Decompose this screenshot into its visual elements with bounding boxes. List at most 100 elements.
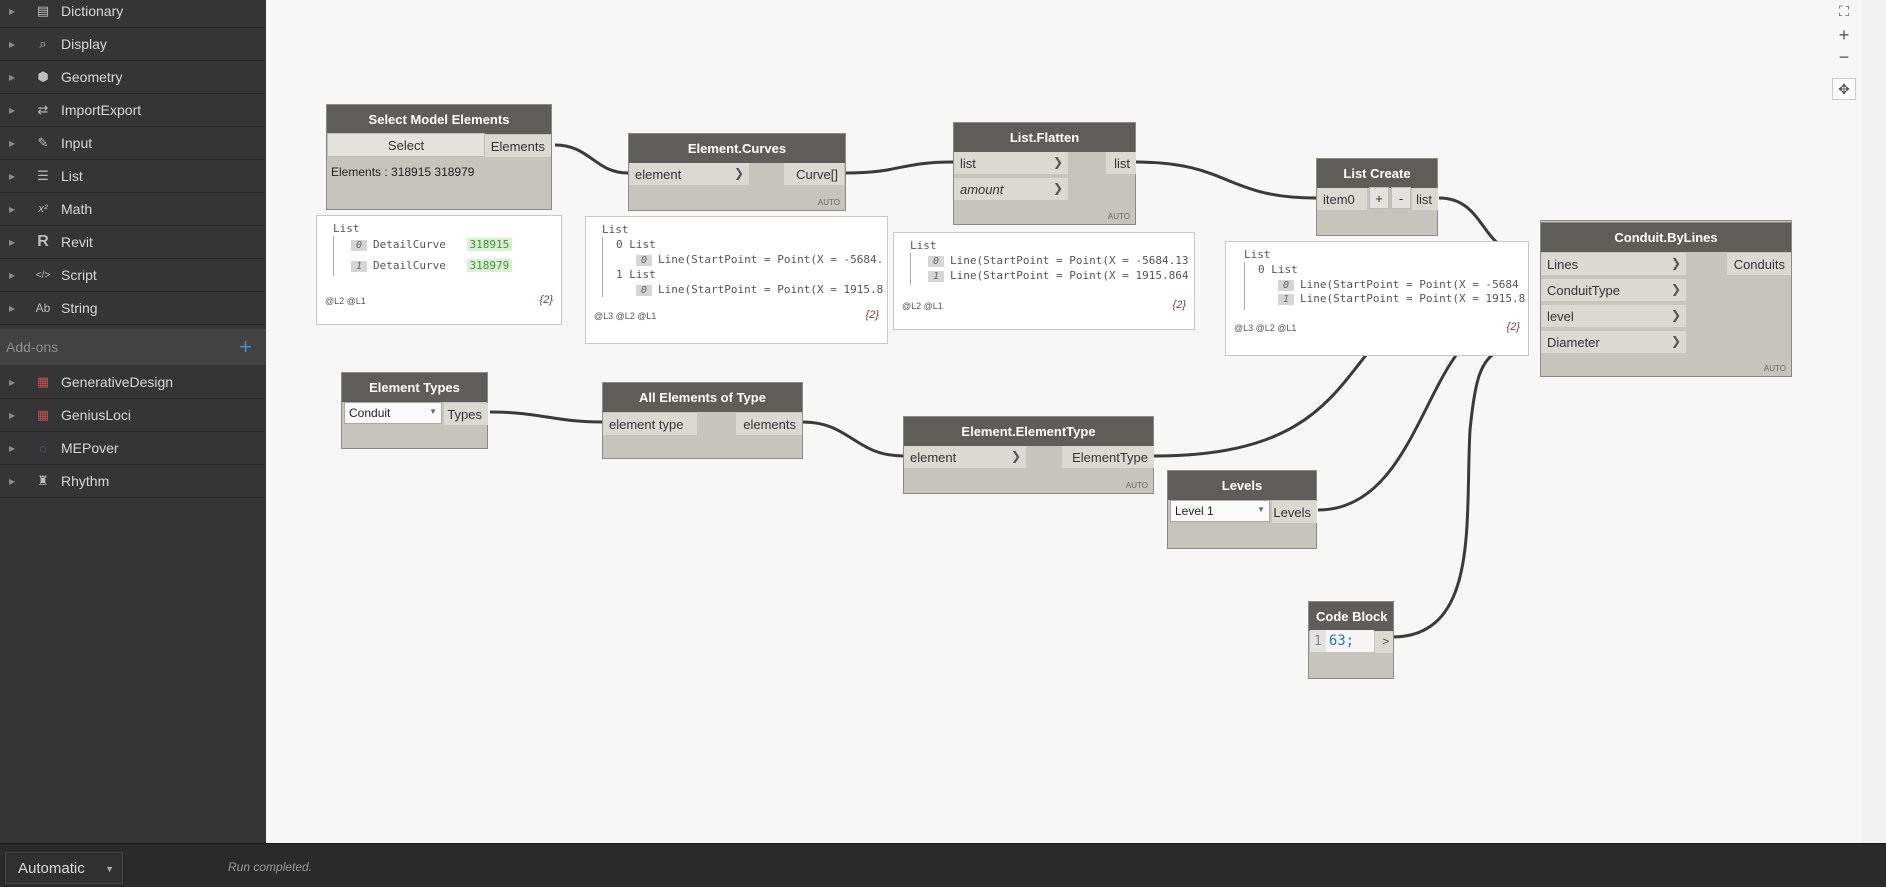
add-input-button[interactable]: + [1369, 187, 1389, 209]
lacing-auto-label: AUTO [817, 198, 840, 207]
expand-arrow-icon: ▶ [9, 171, 16, 181]
node-levels[interactable]: Levels Level 1 ▼ Levels [1167, 470, 1317, 549]
remove-input-button[interactable]: - [1391, 187, 1411, 209]
expand-arrow-icon: ▶ [9, 270, 16, 280]
run-mode-dropdown[interactable]: Automatic ▼ [5, 852, 123, 884]
expand-arrow-icon: ▶ [9, 39, 16, 49]
node-conduit-bylines[interactable]: Conduit.ByLines Lines ❯ ConduitType ❯ le… [1540, 220, 1792, 377]
mepover-icon: ◌ [39, 440, 47, 456]
chevron-right-icon: ❯ [1670, 256, 1681, 270]
addon-item-geniusloci[interactable]: ▶ ▦ GeniusLoci [0, 399, 264, 432]
expand-arrow-icon: ▶ [9, 105, 16, 115]
code-editor[interactable]: 1 63; [1310, 630, 1374, 652]
library-item-list[interactable]: ▶ ☰ List [0, 160, 264, 193]
select-button[interactable]: Select [327, 133, 485, 157]
input-port-element-type[interactable]: element type [603, 413, 697, 435]
output-port-elements[interactable]: elements [736, 413, 802, 435]
chevron-right-icon: ❯ [1010, 449, 1021, 463]
output-port-elementtype[interactable]: ElementType [1062, 446, 1154, 468]
list-levels: @L3 @L2 @L1 [1234, 323, 1297, 333]
library-item-display[interactable]: ▶ ⌕ Display [0, 28, 264, 61]
chevron-right-icon: ❯ [733, 166, 744, 180]
library-item-math[interactable]: ▶ x² Math [0, 193, 264, 226]
line-number: 1 [1310, 630, 1326, 652]
addon-item-mepover[interactable]: ▶ ◌ MEPover [0, 432, 264, 465]
chevron-right-icon: ❯ [1052, 181, 1063, 195]
list-levels: @L3 @L2 @L1 [594, 311, 657, 321]
expand-arrow-icon: ▶ [9, 237, 16, 247]
library-item-label: MEPover [61, 440, 119, 456]
level-dropdown[interactable]: Level 1 ▼ [1170, 500, 1270, 522]
output-port-code[interactable]: > [1375, 631, 1393, 653]
output-port-conduits[interactable]: Conduits [1727, 253, 1791, 275]
input-port-item0[interactable]: item0 [1317, 188, 1367, 210]
node-list-flatten[interactable]: List.Flatten list ❯ amount ❯ list AUTO [953, 122, 1136, 225]
node-title: Element Types [342, 373, 487, 402]
expand-arrow-icon: ▶ [9, 476, 16, 486]
node-select-model-elements[interactable]: Select Model Elements Select Elements El… [326, 104, 552, 210]
node-title: Levels [1168, 471, 1316, 500]
output-port-curves[interactable]: Curve[] [784, 163, 844, 185]
list-count: {2} [1506, 321, 1520, 333]
input-port-level[interactable]: level ❯ [1541, 305, 1686, 327]
expand-arrow-icon: ▶ [9, 303, 16, 313]
selection-info: Elements : 318915 318979 [331, 165, 475, 179]
expand-arrow-icon: ▶ [9, 204, 16, 214]
output-port-list[interactable]: list [1106, 152, 1136, 174]
library-item-geometry[interactable]: ▶ ⬢ Geometry [0, 61, 264, 94]
library-item-revit[interactable]: ▶ R Revit [0, 226, 264, 259]
library-item-label: String [61, 300, 98, 316]
port-label: list [960, 155, 976, 171]
dropdown-value: Level 1 [1175, 504, 1214, 518]
node-element-curves[interactable]: Element.Curves element ❯ Curve[] AUTO [628, 133, 846, 211]
node-list-create[interactable]: List Create item0 + - list [1316, 158, 1438, 236]
library-item-string[interactable]: ▶ Ab String [0, 292, 264, 325]
element-type-dropdown[interactable]: Conduit ▼ [344, 402, 442, 424]
fit-view-icon[interactable]: ⛶ [1832, 0, 1856, 22]
input-port-conduittype[interactable]: ConduitType ❯ [1541, 279, 1686, 301]
node-code-block[interactable]: Code Block 1 63; > [1308, 601, 1394, 679]
add-addon-icon[interactable]: + [239, 336, 252, 358]
node-element-elementtype[interactable]: Element.ElementType element ❯ ElementTyp… [903, 416, 1154, 494]
input-port-element[interactable]: element ❯ [629, 163, 749, 185]
preview-row: 0 Line(StartPoint = Point(X = -5684.13 [928, 254, 1188, 267]
library-item-importexport[interactable]: ▶ ⇄ ImportExport [0, 94, 264, 127]
input-port-lines[interactable]: Lines ❯ [1541, 253, 1686, 275]
code-icon: </> [35, 269, 51, 281]
library-item-script[interactable]: ▶ </> Script [0, 259, 264, 292]
pan-icon[interactable]: ✥ [1832, 78, 1856, 100]
node-title: Element.Curves [629, 134, 845, 163]
input-port-element[interactable]: element ❯ [904, 446, 1026, 468]
addon-item-generativedesign[interactable]: ▶ ▦ GenerativeDesign [0, 366, 264, 399]
input-port-amount[interactable]: amount ❯ [954, 178, 1068, 200]
preview-sublist: 0 List [1258, 263, 1298, 276]
node-element-types[interactable]: Element Types Conduit ▼ Types [341, 372, 488, 449]
node-all-elements-of-type[interactable]: All Elements of Type element type elemen… [602, 382, 803, 459]
port-label: ConduitType [1547, 282, 1620, 298]
output-port-levels[interactable]: Levels [1272, 501, 1317, 523]
library-item-label: Dictionary [61, 3, 124, 19]
input-port-diameter[interactable]: Diameter ❯ [1541, 331, 1686, 353]
library-item-dictionary[interactable]: ▶ ▤ Dictionary [0, 0, 264, 28]
library-item-label: GeniusLoci [61, 407, 132, 423]
zoom-in-icon[interactable]: + [1832, 24, 1856, 46]
output-port-list[interactable]: list [1412, 188, 1438, 210]
lacing-auto-label: AUTO [1125, 481, 1148, 490]
preview-row: 0 Line(StartPoint = Point(X = 1915.8 [636, 283, 883, 296]
library-item-input[interactable]: ▶ ✎ Input [0, 127, 264, 160]
input-port-list[interactable]: list ❯ [954, 152, 1068, 174]
chevron-down-icon: ▼ [1257, 505, 1265, 514]
zoom-out-icon[interactable]: − [1832, 46, 1856, 68]
output-port-types[interactable]: Types [444, 403, 488, 425]
library-item-label: Input [61, 135, 93, 151]
tree-line [1244, 262, 1245, 310]
revit-icon: R [37, 233, 49, 250]
output-port-elements[interactable]: Elements [485, 135, 551, 157]
library-item-label: List [61, 168, 83, 184]
expand-arrow-icon: ▶ [9, 6, 16, 16]
expand-arrow-icon: ▶ [9, 72, 16, 82]
cube-icon: ⬢ [37, 69, 49, 84]
addon-item-rhythm[interactable]: ▶ ♜ Rhythm [0, 465, 264, 498]
expand-arrow-icon: ▶ [9, 377, 16, 387]
dynamo-app: ▶ ▤ Dictionary ▶ ⌕ Display ▶ ⬢ Geometry … [0, 0, 1886, 887]
